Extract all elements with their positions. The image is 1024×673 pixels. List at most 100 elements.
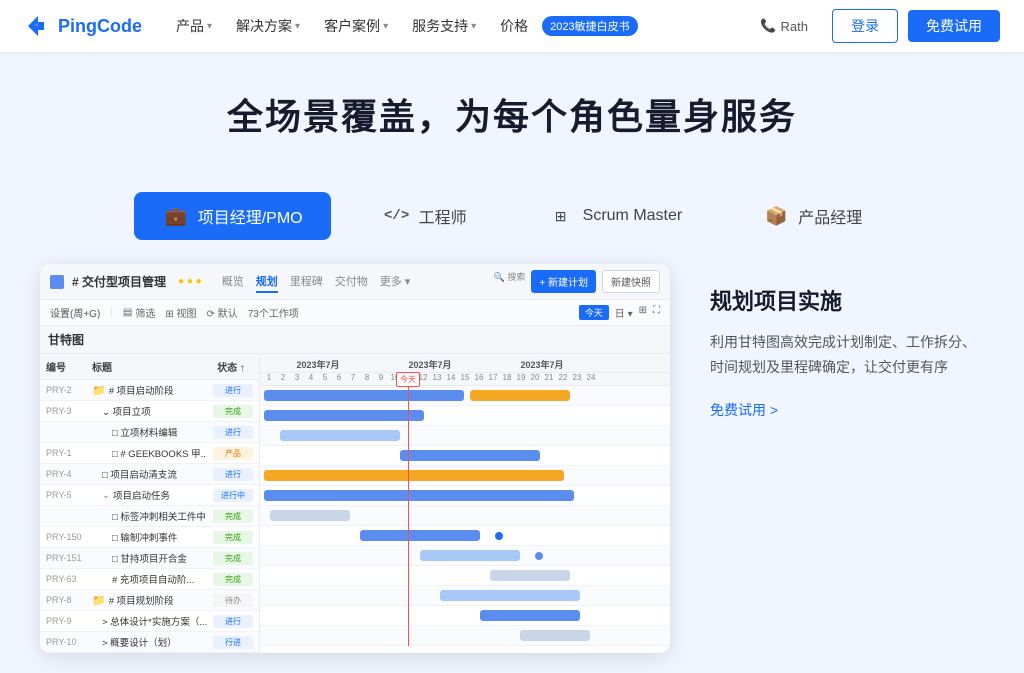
trial-button[interactable]: 免费试用	[908, 10, 1000, 42]
gantt-bar	[360, 530, 480, 541]
table-row: PRY-150 □ 输制冲刺事件 完成	[40, 527, 259, 548]
gantt-tabs: 概览 规划 里程碑 交付物 更多 ▾	[222, 271, 411, 293]
toolbar-right: 今天 日 ▾ ⊞ ⛶	[579, 305, 660, 320]
gantt-bar	[440, 590, 580, 601]
gantt-bar-row	[260, 486, 670, 506]
table-row: □ 标签冲刺相关工件中 完成	[40, 506, 259, 527]
role-tab-scrum[interactable]: ⊞ Scrum Master	[519, 193, 711, 239]
nav-phone: 📞 Rath	[760, 18, 808, 34]
table-row: PRY-8 📁# 项目规划阶段 待办	[40, 590, 259, 611]
toolbar-range: 设置(周+G)	[50, 305, 100, 320]
view-toggle[interactable]: 日 ▾	[615, 305, 633, 320]
col-title-header: 标题	[92, 359, 203, 374]
phone-icon: 📞	[760, 18, 776, 34]
gantt-bar	[280, 430, 400, 441]
gantt-bar-row	[260, 386, 670, 406]
gantt-mockup: # 交付型项目管理 ● ● ● 概览 规划 里程碑 交付物 更多 ▾ 🔍 搜索 …	[40, 264, 670, 653]
gantt-bar-row	[260, 446, 670, 466]
today-btn[interactable]: 今天	[579, 305, 609, 320]
gantt-bar-row	[260, 426, 670, 446]
gantt-bar-row	[260, 406, 670, 426]
gantt-month-row: 2023年7月 2023年7月 2023年7月	[260, 357, 670, 373]
gantt-bar-row	[260, 626, 670, 646]
nav-item-price[interactable]: 价格	[490, 10, 538, 42]
gantt-bar-row	[260, 586, 670, 606]
role-tab-product[interactable]: 📦 产品经理	[734, 192, 890, 240]
gantt-bar	[264, 410, 424, 421]
pmo-icon: 💼	[162, 205, 190, 227]
nav-item-cases[interactable]: 客户案例 ▾	[314, 10, 398, 42]
gantt-milestone	[535, 552, 543, 560]
gantt-bar	[470, 390, 570, 401]
gantt-new-fast-btn[interactable]: 新建快照	[602, 270, 660, 293]
gantt-bar-row	[260, 466, 670, 486]
hero-title: 全场景覆盖，为每个角色量身服务	[0, 88, 1024, 140]
gantt-project-icon	[50, 275, 64, 289]
chevron-down-icon: ▾	[207, 21, 212, 32]
gantt-bar	[264, 390, 464, 401]
right-panel-link[interactable]: 免费试用 >	[710, 400, 778, 420]
gantt-status-dots: ● ● ●	[178, 276, 202, 287]
gantt-tab-delivery[interactable]: 交付物	[335, 271, 368, 293]
gantt-tab-more[interactable]: 更多 ▾	[380, 271, 411, 293]
table-row: PRY-3 ⌄ 项目立项 完成	[40, 401, 259, 422]
scrum-icon: ⊞	[547, 205, 575, 227]
gantt-tab-milestone[interactable]: 里程碑	[290, 271, 323, 293]
gantt-bar-row	[260, 566, 670, 586]
role-tabs: 💼 项目经理/PMO </> 工程师 ⊞ Scrum Master 📦 产品经理	[0, 192, 1024, 240]
gantt-bar-row	[260, 506, 670, 526]
gantt-day-row: 1 2 3 4 5 6 7 8 9 10 11 12 13	[260, 373, 670, 382]
today-line: 今天	[408, 386, 409, 646]
col-status-header: 状态 ↑	[209, 359, 253, 374]
filter-icon: ▤	[123, 307, 132, 318]
table-row: PRY-63 # 充项项目自动阶... 完成	[40, 569, 259, 590]
gantt-tab-overview[interactable]: 概览	[222, 271, 244, 293]
gantt-tab-plan[interactable]: 规划	[256, 271, 278, 293]
gantt-new-plan-btn[interactable]: + 新建计划	[531, 270, 596, 293]
gantt-bar	[264, 490, 574, 501]
chevron-down-icon: ▾	[383, 21, 388, 32]
gantt-bar	[400, 450, 540, 461]
login-button[interactable]: 登录	[832, 9, 898, 43]
main-content: # 交付型项目管理 ● ● ● 概览 规划 里程碑 交付物 更多 ▾ 🔍 搜索 …	[0, 264, 1024, 673]
gantt-bar-row	[260, 526, 670, 546]
nav-item-solution[interactable]: 解决方案 ▾	[226, 10, 310, 42]
logo[interactable]: PingCode	[24, 12, 142, 40]
engineer-icon: </>	[383, 205, 411, 227]
role-tab-engineer[interactable]: </> 工程师	[355, 192, 495, 240]
toolbar-count: 73个工作项	[248, 305, 299, 320]
gantt-bar	[480, 610, 580, 621]
nav-badge[interactable]: 2023敏捷白皮书	[542, 16, 637, 36]
gantt-bar	[264, 470, 564, 481]
nav-item-support[interactable]: 服务支持 ▾	[402, 10, 486, 42]
nav-actions: 登录 免费试用	[832, 9, 1000, 43]
gantt-bar	[520, 630, 590, 641]
gantt-table-header: 编号 标题 状态 ↑	[40, 354, 259, 380]
table-row: PRY-5 ⌄ 项目启动任务 进行中	[40, 485, 259, 506]
table-row: PRY-9 > 总体设计*实施方案（... 进行	[40, 611, 259, 632]
toolbar-default[interactable]: ⟳ 默认	[207, 305, 238, 320]
table-row: PRY-2 📁# 项目启动阶段 进行	[40, 380, 259, 401]
role-tab-pmo[interactable]: 💼 项目经理/PMO	[134, 192, 331, 240]
navbar: PingCode 产品 ▾ 解决方案 ▾ 客户案例 ▾ 服务支持 ▾ 价格 20…	[0, 0, 1024, 52]
gantt-topbar: # 交付型项目管理 ● ● ● 概览 规划 里程碑 交付物 更多 ▾ 🔍 搜索 …	[40, 264, 670, 300]
gantt-chart-header: 2023年7月 2023年7月 2023年7月 1 2 3 4 5 6 7	[260, 354, 670, 386]
gantt-bar	[420, 550, 520, 561]
gantt-search: 🔍 搜索	[494, 270, 526, 293]
gantt-section-title: 甘特图	[40, 326, 670, 354]
gantt-bar	[270, 510, 350, 521]
nav-item-product[interactable]: 产品 ▾	[166, 10, 222, 42]
table-row: PRY-1 □ # GEEKBOOKS 甲... 产品	[40, 443, 259, 464]
gantt-chart: 2023年7月 2023年7月 2023年7月 1 2 3 4 5 6 7	[260, 354, 670, 653]
gantt-toolbar: 设置(周+G) | ▤ 筛选 ⊞ 视图 ⟳ 默认 73个工作项 今天 日 ▾ ⊞…	[40, 300, 670, 326]
expand-icon[interactable]: ⊞	[639, 305, 647, 320]
chevron-down-icon: ▾	[471, 21, 476, 32]
gantt-project-title: # 交付型项目管理	[72, 273, 166, 290]
gantt-bar	[490, 570, 570, 581]
gantt-body: 编号 标题 状态 ↑ PRY-2 📁# 项目启动阶段 进行 PRY-3 ⌄ 项目…	[40, 354, 670, 653]
toolbar-filter[interactable]: ▤ 筛选	[123, 305, 155, 320]
expand-full-icon[interactable]: ⛶	[653, 305, 660, 320]
chevron-down-icon: ▾	[295, 21, 300, 32]
toolbar-view[interactable]: ⊞ 视图	[165, 305, 196, 320]
right-panel-title: 规划项目实施	[710, 284, 984, 316]
